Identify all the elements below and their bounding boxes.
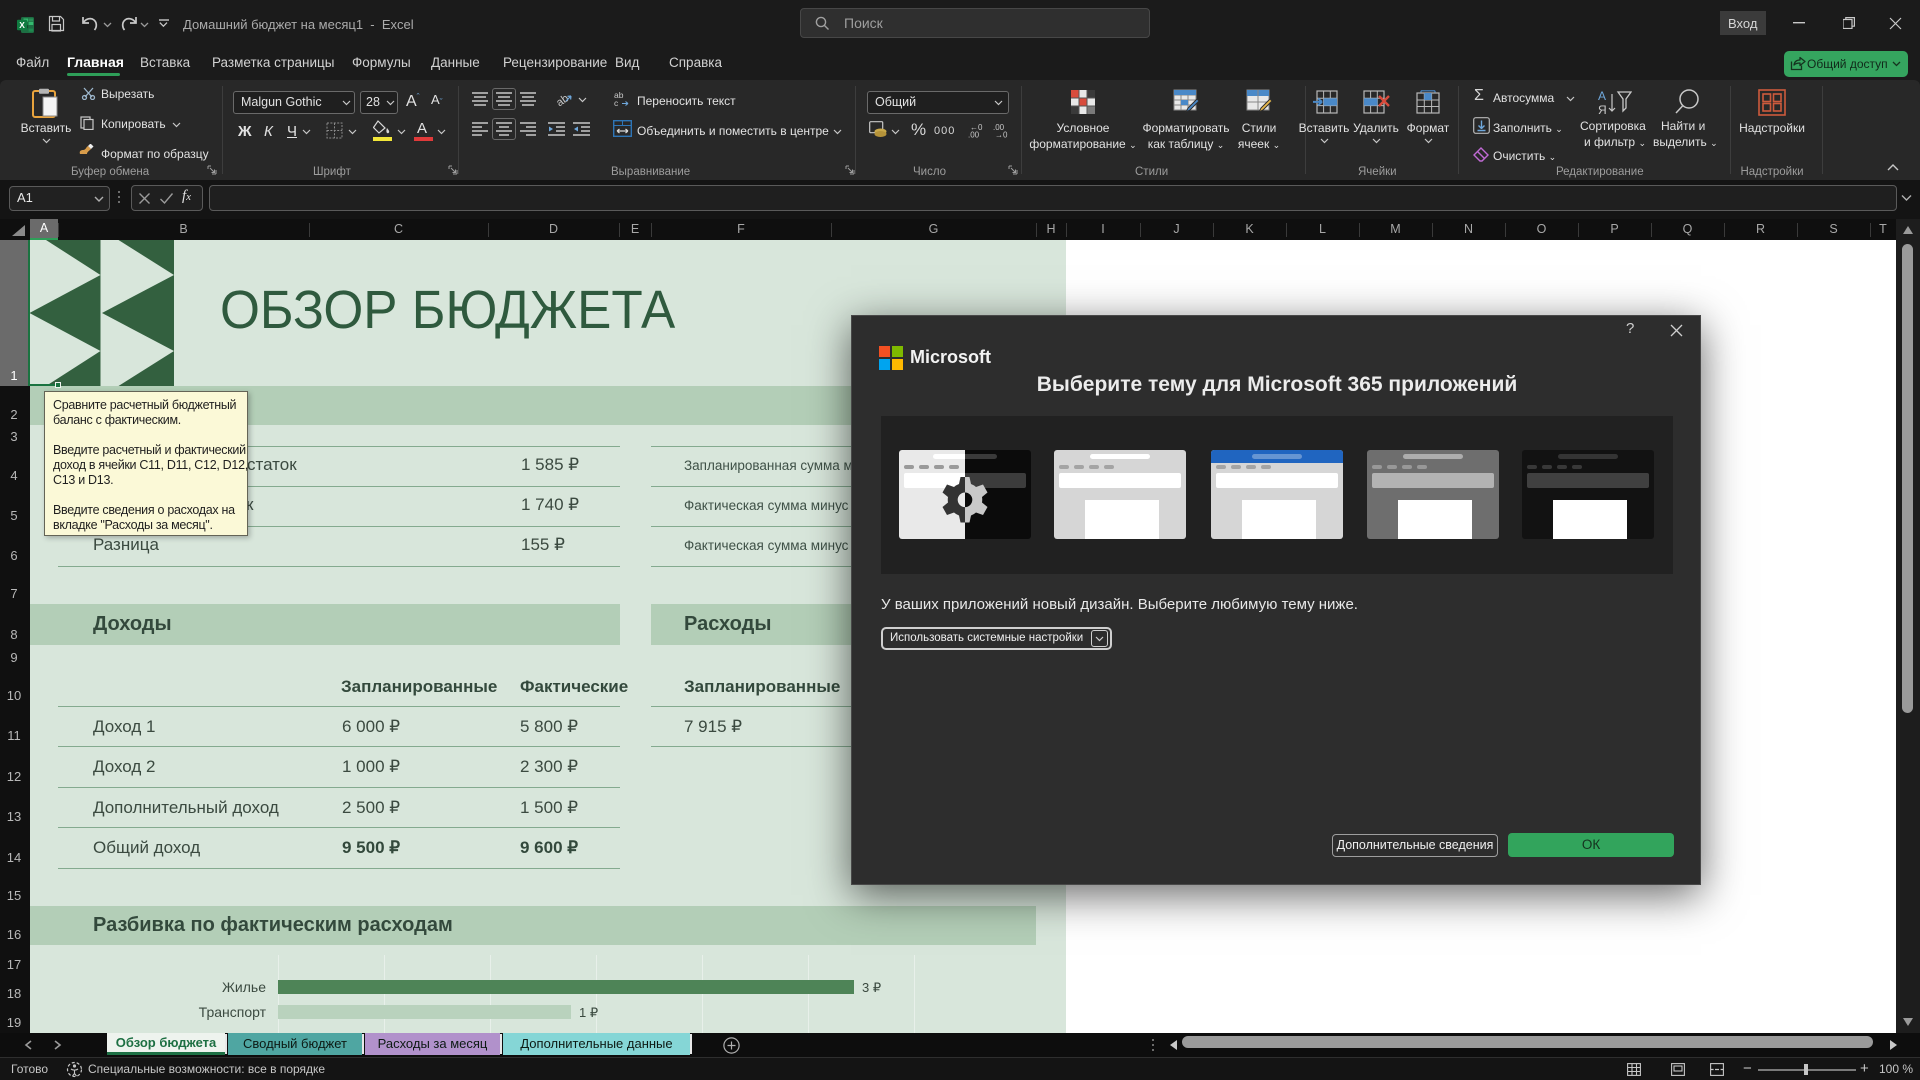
svg-text:.00: .00 (968, 131, 980, 139)
svg-text:→0: →0 (995, 131, 1008, 139)
svg-text:ab: ab (556, 92, 571, 107)
svg-text:X: X (19, 20, 25, 30)
svg-text:Я: Я (1598, 103, 1607, 116)
svg-text:А: А (1598, 89, 1606, 103)
